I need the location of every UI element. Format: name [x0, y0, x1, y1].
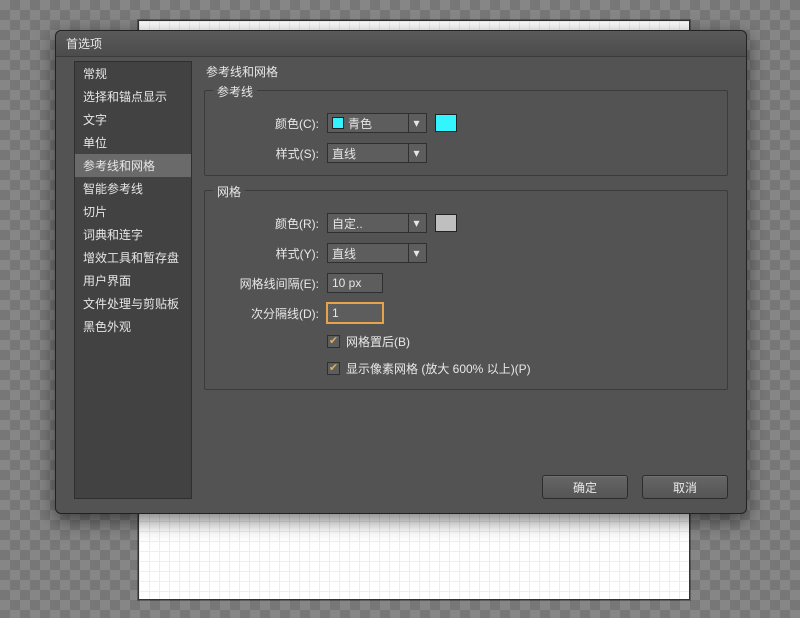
pixel-grid-checkbox[interactable]: ✔ 显示像素网格 (放大 600% 以上)(P)	[327, 360, 531, 377]
ok-button[interactable]: 确定	[542, 475, 628, 499]
guides-style-select[interactable]: 直线 ▾	[327, 143, 427, 163]
group-grid-legend: 网格	[213, 183, 245, 200]
grid-behind-checkbox-label: 网格置后(B)	[346, 333, 410, 350]
sidebar-item-smart-guides[interactable]: 智能参考线	[75, 177, 191, 200]
chevron-down-icon: ▾	[408, 244, 424, 262]
group-grid: 网格 颜色(R): 自定.. ▾ 样式(Y): 直线 ▾	[204, 190, 728, 390]
chevron-down-icon: ▾	[408, 214, 424, 232]
sidebar-item-units[interactable]: 单位	[75, 131, 191, 154]
sidebar-item-selection-anchor[interactable]: 选择和锚点显示	[75, 85, 191, 108]
grid-subdiv-input[interactable]	[327, 303, 383, 323]
preferences-dialog: 首选项 常规 选择和锚点显示 文字 单位 参考线和网格 智能参考线 切片 词典和…	[55, 30, 747, 514]
guides-color-label: 颜色(C):	[219, 115, 319, 132]
chevron-down-icon: ▾	[408, 144, 424, 162]
guides-color-select-value: 青色	[348, 115, 372, 132]
cancel-button[interactable]: 取消	[642, 475, 728, 499]
sidebar-item-general[interactable]: 常规	[75, 62, 191, 85]
guides-style-label: 样式(S):	[219, 145, 319, 162]
guides-style-select-value: 直线	[332, 145, 356, 162]
page-title: 参考线和网格	[204, 61, 728, 90]
sidebar-item-slices[interactable]: 切片	[75, 200, 191, 223]
pixel-grid-checkbox-label: 显示像素网格 (放大 600% 以上)(P)	[346, 360, 531, 377]
group-guides: 参考线 颜色(C): 青色 ▾ 样式(S): 直线 ▾	[204, 90, 728, 176]
sidebar-item-ui[interactable]: 用户界面	[75, 269, 191, 292]
guides-color-select[interactable]: 青色 ▾	[327, 113, 427, 133]
guides-color-select-swatch	[332, 117, 344, 129]
sidebar-item-guides-grid[interactable]: 参考线和网格	[75, 154, 191, 177]
grid-spacing-input[interactable]	[327, 273, 383, 293]
grid-color-swatch[interactable]	[435, 214, 457, 232]
grid-color-select[interactable]: 自定.. ▾	[327, 213, 427, 233]
preferences-category-list: 常规 选择和锚点显示 文字 单位 参考线和网格 智能参考线 切片 词典和连字 增…	[74, 61, 192, 499]
grid-behind-checkbox[interactable]: ✔ 网格置后(B)	[327, 333, 410, 350]
sidebar-item-file-clipboard[interactable]: 文件处理与剪贴板	[75, 292, 191, 315]
grid-style-label: 样式(Y):	[219, 245, 319, 262]
sidebar-item-plugins-scratch[interactable]: 增效工具和暂存盘	[75, 246, 191, 269]
grid-spacing-label: 网格线间隔(E):	[219, 275, 319, 292]
dialog-title: 首选项	[66, 37, 102, 51]
group-guides-legend: 参考线	[213, 83, 257, 100]
checkbox-icon: ✔	[327, 335, 340, 348]
sidebar-item-hyphenation[interactable]: 词典和连字	[75, 223, 191, 246]
grid-style-select-value: 直线	[332, 245, 356, 262]
grid-color-label: 颜色(R):	[219, 215, 319, 232]
sidebar-item-black-appearance[interactable]: 黑色外观	[75, 315, 191, 338]
dialog-titlebar[interactable]: 首选项	[56, 31, 746, 57]
grid-style-select[interactable]: 直线 ▾	[327, 243, 427, 263]
grid-color-select-value: 自定..	[332, 215, 363, 232]
sidebar-item-type[interactable]: 文字	[75, 108, 191, 131]
guides-color-swatch[interactable]	[435, 114, 457, 132]
checkbox-icon: ✔	[327, 362, 340, 375]
chevron-down-icon: ▾	[408, 114, 424, 132]
preferences-main-pane: 参考线和网格 参考线 颜色(C): 青色 ▾ 样式(S): 直线	[204, 61, 728, 499]
grid-subdiv-label: 次分隔线(D):	[219, 305, 319, 322]
